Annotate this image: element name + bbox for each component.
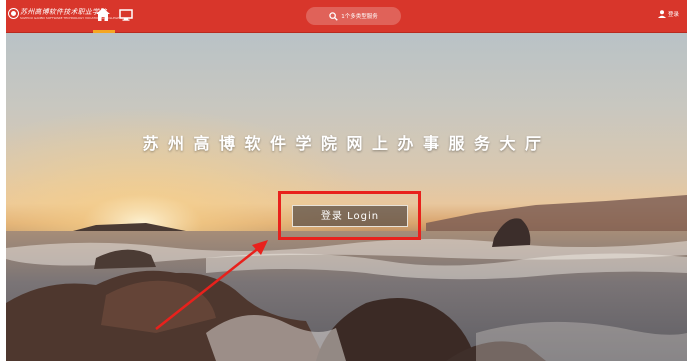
home-icon — [96, 8, 110, 21]
user-login-label: 登录 — [667, 12, 679, 18]
desktop-icon[interactable] — [119, 9, 133, 21]
service-search-box[interactable]: 1个多类型服务 — [306, 7, 401, 25]
user-login-link[interactable]: 登录 — [657, 10, 679, 18]
school-emblem-icon — [9, 9, 18, 18]
search-icon — [329, 11, 339, 21]
hero-banner: 苏州高博软件学院网上办事服务大厅 登录 Login — [6, 33, 687, 361]
user-icon — [657, 10, 666, 18]
school-logo[interactable]: 苏州高博软件技术职业学院 SUZHOU GAOBO SOFTWARE TECHN… — [9, 7, 119, 23]
annotation-arrow-icon — [155, 240, 268, 330]
nav-home-tab[interactable] — [92, 0, 115, 33]
top-navigation-bar: 苏州高博软件技术职业学院 SUZHOU GAOBO SOFTWARE TECHN… — [6, 0, 687, 33]
search-placeholder: 1个多类型服务 — [341, 14, 378, 20]
